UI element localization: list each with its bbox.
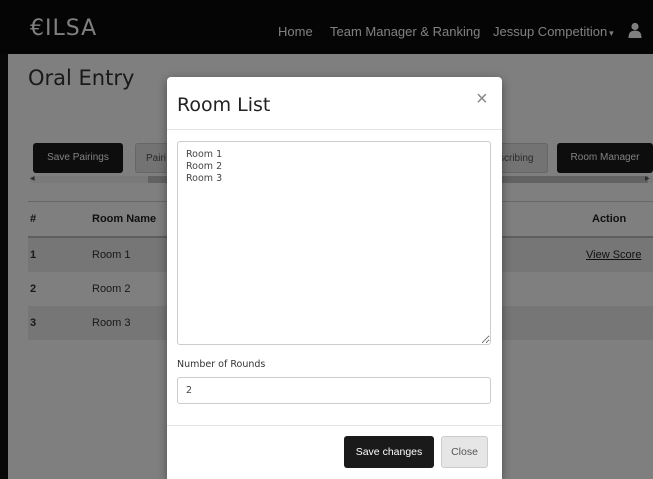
- save-changes-button[interactable]: Save changes: [344, 436, 434, 468]
- close-button[interactable]: Close: [441, 436, 488, 468]
- rounds-input[interactable]: [177, 377, 491, 404]
- room-list-textarea[interactable]: Room 1 Room 2 Room 3: [177, 141, 491, 345]
- modal-header-divider: [167, 129, 502, 130]
- modal-title: Room List: [177, 94, 271, 116]
- rounds-label: Number of Rounds: [177, 359, 266, 370]
- room-list-modal: Room List × Room 1 Room 2 Room 3 Number …: [167, 77, 502, 479]
- close-icon[interactable]: ×: [476, 88, 488, 111]
- modal-footer-divider: [167, 425, 502, 426]
